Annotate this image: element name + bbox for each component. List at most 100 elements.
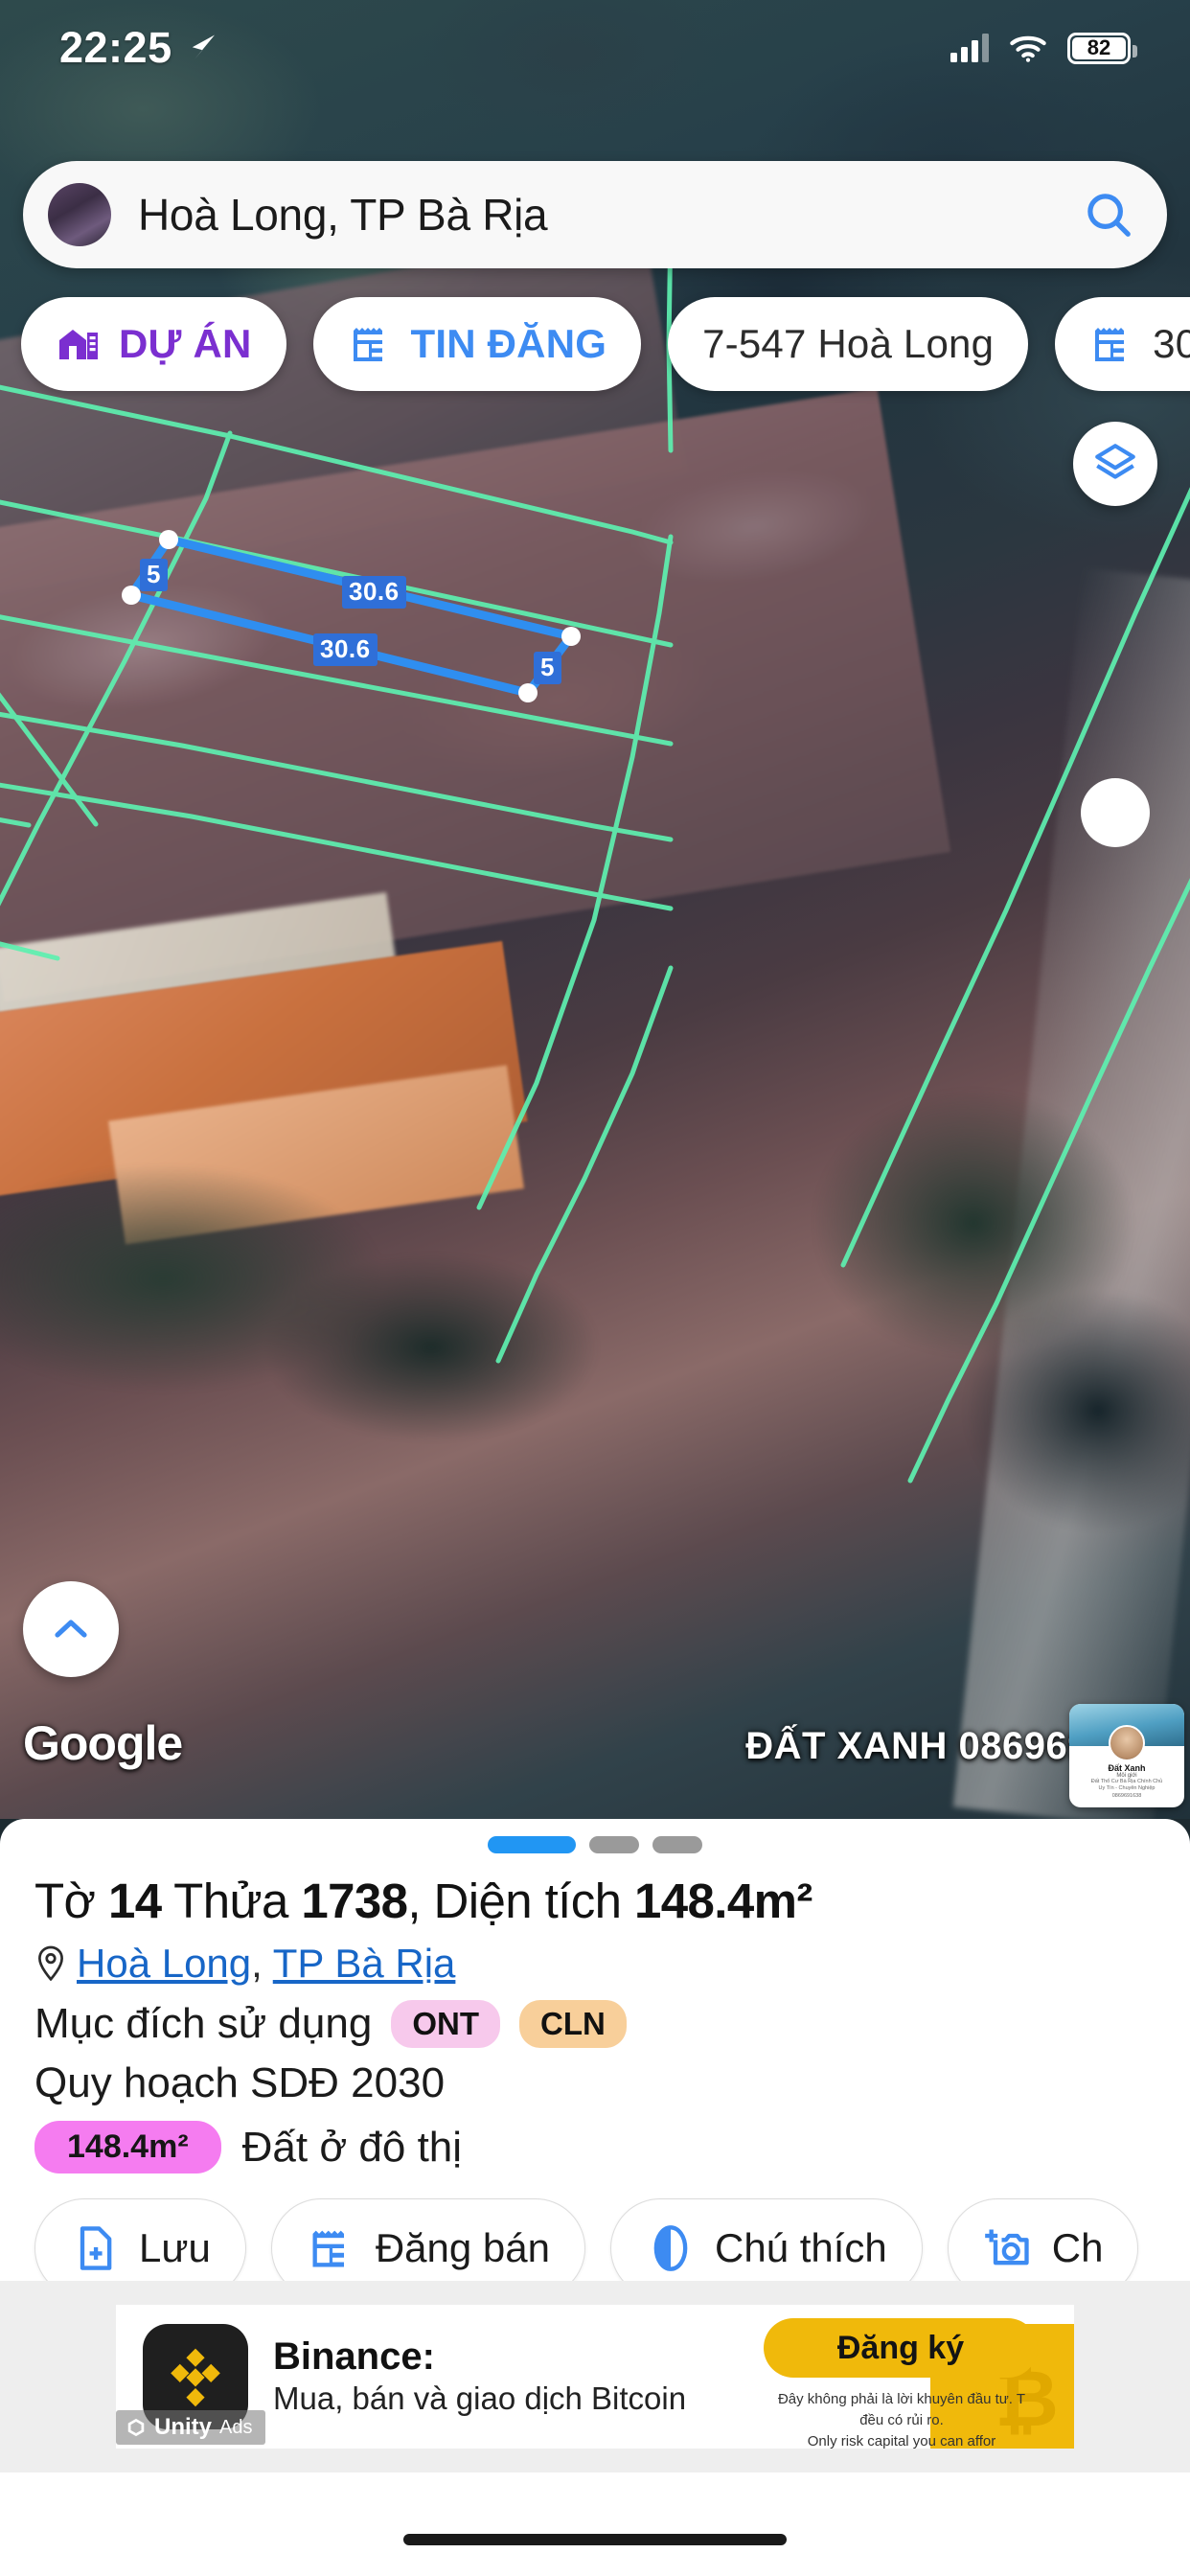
agent-business-card[interactable]: Đất Xanh Môi giới Đất Thổ Cư Bà Rịa Chín… [1069, 1704, 1184, 1807]
breadcrumb-separator: , [251, 1941, 273, 1986]
measurement-label-bottom: 30.6 [313, 633, 378, 666]
wifi-icon [1010, 35, 1046, 62]
page-pip[interactable] [652, 1836, 702, 1853]
chip-address[interactable]: 7-547 Hoà Long [668, 297, 1029, 391]
ad-disclaimer-line1: Đây không phải là lời khuyên đầu tư. T [777, 2391, 1026, 2407]
parcel-vertex[interactable] [561, 627, 581, 646]
zoning-area-badge: 148.4m² [34, 2121, 221, 2174]
ad-subtitle: Mua, bán và giao dịch Bitcoin [273, 2380, 687, 2416]
ad-network-name: Unity [154, 2414, 212, 2440]
land-purpose-label: Mục đích sử dụng [34, 2000, 373, 2047]
battery-icon: 82 [1067, 32, 1137, 64]
google-watermark: Google [23, 1716, 183, 1770]
sheet-number: 14 [107, 1874, 162, 1928]
layers-icon [1095, 444, 1135, 479]
chevron-up-icon [55, 1620, 87, 1638]
search-input[interactable]: Hoà Long, TP Bà Rịa [138, 189, 1083, 241]
ad-cta-button[interactable]: Đăng ký [764, 2318, 1038, 2378]
ad-content[interactable]: Binance: Mua, bán và giao dịch Bitcoin ₿… [116, 2305, 1074, 2449]
status-badge-ont: ONT [391, 2000, 500, 2048]
map-layers-button[interactable] [1073, 422, 1157, 506]
action-label: Ch [1051, 2225, 1104, 2270]
ad-title: Binance: [273, 2335, 435, 2378]
battery-level: 82 [1087, 35, 1111, 59]
location-row: Hoà Long, TP Bà Rịa [34, 1941, 1156, 1987]
agent-card-photo [1109, 1725, 1145, 1761]
measurement-label-right: 5 [534, 652, 561, 684]
breadcrumb[interactable]: Hoà Long, TP Bà Rịa [77, 1941, 455, 1987]
ad-disclaimer-line2: đều có rủi ro. [859, 2411, 944, 2428]
phone-screen: 5 30.6 30.6 5 Google ĐẤT XANH 0869691638… [0, 0, 1190, 2576]
map-marker-dot[interactable] [1081, 778, 1150, 847]
status-badge-cln: CLN [518, 2000, 627, 2048]
parcel-vertex[interactable] [122, 586, 141, 605]
status-bar-right: 82 [950, 32, 1137, 64]
expand-sheet-button[interactable] [23, 1581, 119, 1677]
link-city[interactable]: TP Bà Rịa [273, 1941, 456, 1986]
ad-text-block: Binance: Mua, bán và giao dịch Bitcoin [273, 2336, 758, 2417]
parcel-vertex[interactable] [518, 683, 538, 702]
cadastral-parcel-lines [0, 218, 1190, 1484]
map-view[interactable]: 5 30.6 30.6 5 [0, 0, 1190, 1819]
ad-cta-area[interactable]: ₿ Đăng ký Đây không phải là lời khuyên đ… [758, 2305, 1074, 2449]
agent-card-name: Đất Xanh [1108, 1763, 1146, 1773]
save-document-icon [80, 2226, 112, 2270]
ad-banner[interactable]: Binance: Mua, bán và giao dịch Bitcoin ₿… [0, 2281, 1190, 2472]
page-pip-active[interactable] [488, 1836, 576, 1853]
avatar[interactable] [48, 183, 111, 246]
link-ward[interactable]: Hoà Long [77, 1941, 251, 1986]
agent-card-detail2: Uy Tín - Chuyên Nghiệp [1098, 1785, 1156, 1792]
action-label: Lưu [139, 2225, 211, 2270]
area-word: , Diện tích [407, 1874, 634, 1928]
page-indicator[interactable] [34, 1819, 1156, 1853]
chip-du-an[interactable]: DỰ ÁN [21, 297, 286, 391]
home-indicator[interactable] [403, 2534, 787, 2545]
post-listing-icon [312, 2230, 347, 2267]
binance-diamond-icon [171, 2348, 220, 2407]
zoning-plan-row: 148.4m² Đất ở đô thị [34, 2121, 1156, 2174]
ad-disclaimer-line3: Only risk capital you can affor [807, 2432, 996, 2450]
status-bar: 22:25 82 [0, 0, 1190, 96]
parcel-word: Thửa [161, 1874, 302, 1928]
chip-label: TIN ĐĂNG [410, 321, 607, 366]
listing-news-icon [1095, 328, 1127, 361]
navigation-arrow-icon [192, 34, 215, 59]
add-photo-icon [984, 2229, 1029, 2266]
zoning-plan-label: Quy hoạch SDĐ 2030 [34, 2059, 446, 2106]
chip-label: DỰ ÁN [119, 321, 252, 366]
property-detail-sheet: Tờ 14 Thửa 1738, Diện tích 148.4m² Hoà L… [0, 1819, 1190, 2298]
agent-card-phone: 0869691638 [1111, 1792, 1142, 1799]
search-icon[interactable] [1083, 189, 1134, 241]
filter-chips-row[interactable]: DỰ ÁN TIN ĐĂNG 7-547 Hoà Long 30 [21, 297, 1190, 391]
legend-halfcircle-icon [653, 2225, 688, 2271]
zoning-type-label: Đất ở đô thị [241, 2123, 463, 2171]
measurement-label-left: 5 [140, 559, 168, 591]
chip-area[interactable]: 300m² [1055, 297, 1190, 391]
land-purpose-row: Mục đích sử dụng ONT CLN [34, 2000, 1156, 2048]
cellular-signal-icon [950, 34, 989, 62]
status-time: 22:25 [59, 23, 172, 72]
chip-tin-dang[interactable]: TIN ĐĂNG [312, 297, 642, 391]
listing-news-icon [353, 328, 384, 361]
location-pin-icon [38, 1945, 63, 1982]
project-building-icon [59, 330, 98, 359]
parcel-number: 1738 [301, 1874, 408, 1928]
chip-label: 300m² [1153, 321, 1190, 366]
status-bar-left: 22:25 [59, 23, 220, 73]
agent-card-detail1: Đất Thổ Cư Bà Rịa Chính Chủ [1090, 1779, 1163, 1784]
area-value: 148.4m² [633, 1874, 812, 1928]
search-bar[interactable]: Hoà Long, TP Bà Rịa [23, 161, 1167, 268]
parcel-vertex[interactable] [159, 530, 178, 549]
ad-network-suffix: Ads [219, 2416, 253, 2438]
title-prefix: Tờ [34, 1874, 108, 1928]
measurement-label-top: 30.6 [342, 576, 406, 609]
ad-disclaimer: Đây không phải là lời khuyên đầu tư. T đ… [758, 2389, 1045, 2449]
action-label: Đăng bán [375, 2225, 550, 2270]
unity-logo-icon [127, 2418, 145, 2437]
home-indicator-bar [0, 2472, 1190, 2576]
chip-label: 7-547 Hoà Long [702, 321, 995, 366]
page-pip[interactable] [589, 1836, 639, 1853]
action-label: Chú thích [715, 2225, 887, 2270]
ad-network-badge: Unity Ads [116, 2410, 266, 2445]
page-title: Tờ 14 Thửa 1738, Diện tích 148.4m² [34, 1873, 1156, 1929]
